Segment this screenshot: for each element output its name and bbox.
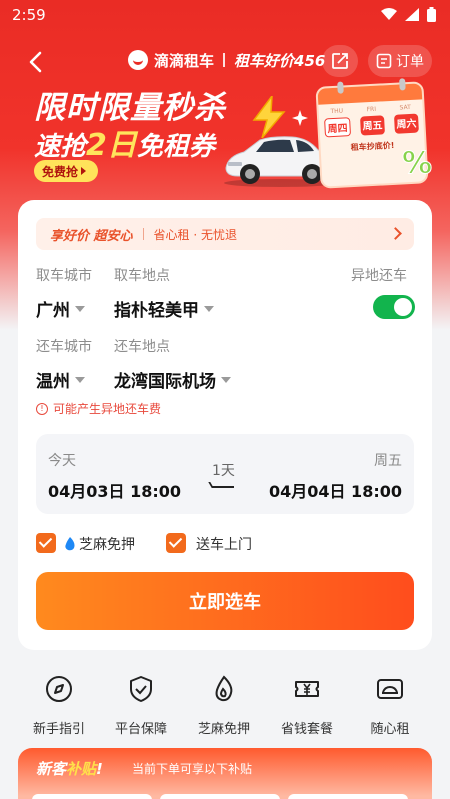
pickup-point-value: 指朴轻美甲 bbox=[114, 301, 199, 321]
flame-icon bbox=[215, 675, 233, 702]
compass-icon bbox=[46, 676, 72, 702]
promo-subtitle-post: 免租券 bbox=[136, 132, 215, 162]
sparkle-icon bbox=[292, 110, 308, 126]
promo-subtitle-pre: 速抢 bbox=[34, 132, 87, 162]
return-point-label: 还车地点 bbox=[114, 339, 170, 355]
promo-subtitle-highlight: 2日 bbox=[86, 128, 137, 163]
subsidy-title: 新客补贴! bbox=[36, 758, 103, 779]
caret-down-icon bbox=[221, 376, 231, 388]
return-city-label: 还车城市 bbox=[36, 339, 92, 355]
subsidy-title-post: ! bbox=[96, 760, 103, 778]
calendar-day: 周五 bbox=[360, 115, 385, 136]
new-user-subsidy-card[interactable]: 新客补贴! 当前下单可享以下补贴 bbox=[18, 748, 432, 799]
wifi-icon bbox=[381, 8, 397, 20]
quick-link-flexible[interactable]: 随心租 bbox=[349, 674, 431, 737]
quick-link-package[interactable]: 省钱套餐 bbox=[266, 674, 348, 737]
promo-subtitle: 速抢2日免租券 bbox=[34, 120, 215, 164]
start-datetime: 04月03日 18:00 bbox=[48, 482, 182, 501]
calendar-dow: THU bbox=[330, 107, 344, 116]
subsidy-note: 当前下单可享以下补贴 bbox=[132, 762, 253, 776]
shield-check-icon bbox=[130, 676, 152, 702]
choose-car-button[interactable]: 立即选车 bbox=[36, 572, 414, 630]
rental-duration: 1天 bbox=[212, 463, 235, 479]
quick-link-label: 省钱套餐 bbox=[280, 722, 333, 737]
status-bar: 2:59 bbox=[0, 0, 450, 32]
zhima-deposit-label: 芝麻免押 bbox=[79, 537, 135, 553]
fee-warning: ! 可能产生异地还车费 bbox=[36, 400, 161, 417]
diff-return-toggle[interactable] bbox=[373, 295, 415, 319]
duration-arrow-icon bbox=[212, 486, 234, 488]
status-icons bbox=[381, 7, 436, 22]
share-button[interactable] bbox=[322, 45, 358, 77]
battery-icon bbox=[427, 7, 436, 22]
diff-return-label: 异地还车 bbox=[351, 268, 407, 284]
brand-slogan: 租车好价456 bbox=[234, 51, 326, 70]
signal-icon bbox=[405, 8, 419, 21]
caret-down-icon bbox=[75, 305, 85, 317]
subsidy-tiles bbox=[32, 794, 408, 799]
quick-link-label: 芝麻免押 bbox=[197, 722, 250, 737]
yuan-ticket-icon bbox=[295, 681, 319, 697]
return-city-value: 温州 bbox=[36, 372, 70, 392]
banner-title: 享好价 超安心 bbox=[50, 228, 133, 244]
pickup-point-select[interactable]: 指朴轻美甲 bbox=[114, 296, 214, 321]
guarantee-banner[interactable]: 享好价 超安心 省心租 · 无忧退 bbox=[36, 218, 414, 250]
orders-label: 订单 bbox=[396, 54, 424, 70]
caret-down-icon bbox=[75, 376, 85, 388]
zhima-icon bbox=[65, 537, 75, 551]
quick-link-guide[interactable]: 新手指引 bbox=[18, 674, 100, 737]
calendar-dow: SAT bbox=[399, 103, 411, 112]
pickup-city-label: 取车城市 bbox=[36, 268, 92, 284]
caret-down-icon bbox=[204, 305, 214, 317]
banner-divider bbox=[142, 228, 144, 240]
didi-logo-icon bbox=[128, 50, 148, 70]
back-arrow-icon[interactable] bbox=[24, 48, 48, 76]
return-city-select[interactable]: 温州 bbox=[36, 367, 85, 392]
brand-name: 滴滴租车 bbox=[154, 51, 215, 70]
share-icon bbox=[332, 53, 348, 69]
subsidy-title-pre: 新客 bbox=[36, 760, 67, 778]
date-range-picker[interactable]: 今天 04月03日 18:00 1天 周五 04月04日 18:00 bbox=[36, 434, 414, 514]
calendar-day: 周四 bbox=[324, 117, 352, 138]
brand-divider bbox=[223, 53, 226, 67]
quick-link-label: 随心租 bbox=[370, 722, 410, 737]
car-card-icon bbox=[377, 679, 403, 699]
quick-link-guarantee[interactable]: 平台保障 bbox=[100, 674, 182, 737]
calendar-day-row: 周四 周五 周六 bbox=[319, 113, 424, 138]
pickup-city-select[interactable]: 广州 bbox=[36, 296, 85, 321]
zhima-deposit-checkbox[interactable] bbox=[36, 533, 56, 553]
return-point-value: 龙湾国际机场 bbox=[114, 372, 216, 392]
return-point-select[interactable]: 龙湾国际机场 bbox=[114, 367, 231, 392]
subsidy-title-highlight: 补贴 bbox=[66, 760, 97, 778]
percent-icon: % bbox=[401, 146, 433, 182]
quick-link-zhima[interactable]: 芝麻免押 bbox=[183, 674, 265, 737]
end-day-label: 周五 bbox=[374, 453, 402, 469]
delivery-option[interactable]: 送车上门 bbox=[196, 534, 252, 554]
delivery-checkbox[interactable] bbox=[166, 533, 186, 553]
quick-link-label: 新手指引 bbox=[32, 722, 85, 737]
start-day-label: 今天 bbox=[48, 453, 76, 469]
calendar-dow: FRI bbox=[366, 105, 377, 114]
calendar-day: 周六 bbox=[393, 113, 419, 134]
booking-card: 享好价 超安心 省心租 · 无忧退 取车城市 取车地点 异地还车 广州 指朴轻美… bbox=[18, 200, 432, 650]
brand-bar: 滴滴租车 租车好价456 bbox=[128, 48, 325, 72]
pickup-point-label: 取车地点 bbox=[114, 268, 170, 284]
grab-coupon-button[interactable]: 免费抢 bbox=[34, 160, 99, 182]
banner-subtitle: 省心租 · 无忧退 bbox=[153, 227, 237, 242]
status-time: 2:59 bbox=[12, 6, 46, 24]
chevron-right-icon bbox=[389, 227, 402, 240]
info-icon: ! bbox=[36, 402, 48, 415]
order-list-icon bbox=[376, 53, 392, 69]
orders-button[interactable]: 订单 bbox=[368, 45, 432, 77]
end-datetime: 04月04日 18:00 bbox=[268, 482, 402, 501]
quick-link-label: 平台保障 bbox=[114, 722, 167, 737]
fee-warning-text: 可能产生异地还车费 bbox=[53, 402, 162, 416]
zhima-deposit-option[interactable]: 芝麻免押 bbox=[64, 534, 135, 554]
pickup-city-value: 广州 bbox=[36, 301, 70, 321]
